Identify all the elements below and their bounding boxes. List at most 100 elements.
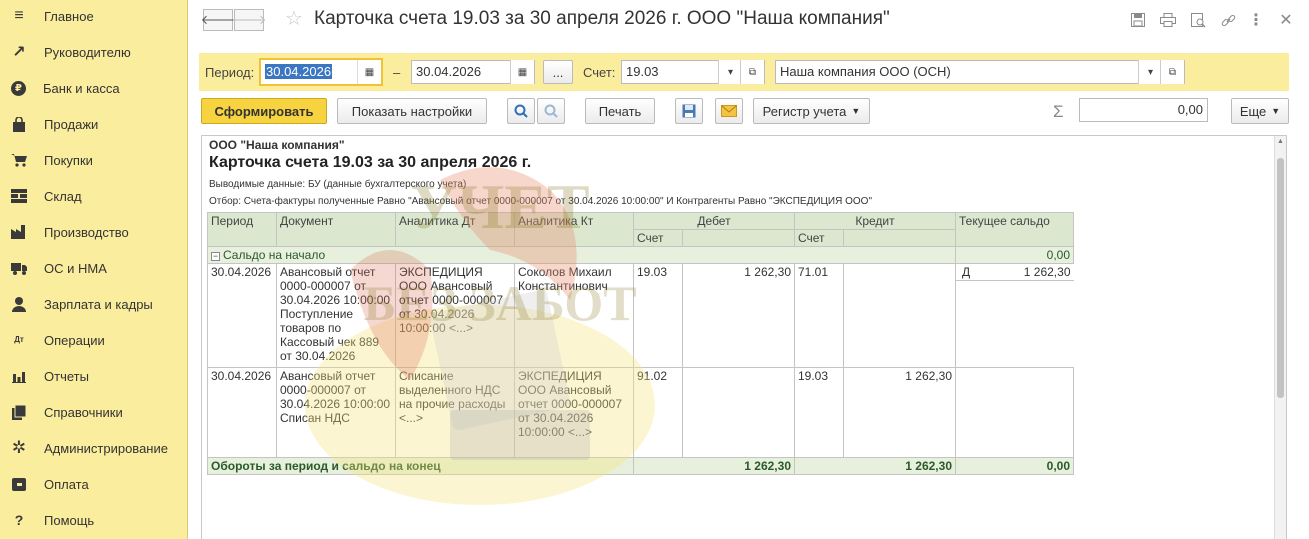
sidebar-item-production[interactable]: Производство: [0, 214, 188, 250]
open-icon[interactable]: ⧉: [740, 60, 764, 84]
scroll-thumb[interactable]: [1277, 158, 1284, 398]
organization-value: Наша компания ООО (ОСН): [780, 64, 951, 79]
cell-analytics-dt[interactable]: Списание выделенного НДС на прочие расхо…: [395, 367, 515, 458]
envelope-icon: [721, 105, 737, 117]
cell-kt-sum: [843, 263, 956, 368]
vertical-scrollbar[interactable]: ▲: [1274, 136, 1286, 539]
save-report-button[interactable]: [675, 98, 703, 124]
calendar-icon[interactable]: ▦: [510, 60, 534, 84]
header-debit: Дебет: [633, 212, 795, 230]
cell-analytics-kt[interactable]: ЭКСПЕДИЦИЯ ООО Авансовый отчет 0000-0000…: [514, 367, 634, 458]
cart-icon: [11, 152, 27, 168]
period-dash: –: [393, 65, 401, 80]
sidebar-item-label: Оплата: [44, 476, 89, 492]
sidebar-item-label: Банк и касса: [43, 80, 120, 96]
sidebar-item-director[interactable]: ↗ Руководителю: [0, 34, 188, 70]
sidebar-item-main[interactable]: ≡ Главное: [0, 0, 188, 34]
opening-value: 0,00: [955, 246, 1074, 264]
date-to-field[interactable]: 30.04.2026 ▦: [411, 60, 535, 84]
cell-analytics-dt[interactable]: ЭКСПЕДИЦИЯ ООО Авансовый отчет 0000-0000…: [395, 263, 515, 368]
show-settings-button[interactable]: Показать настройки: [337, 98, 487, 124]
ruble-icon: ₽: [11, 80, 26, 96]
page-title: Карточка счета 19.03 за 30 апреля 2026 г…: [314, 8, 890, 29]
cell-balance: [955, 367, 1074, 458]
register-label: Регистр учета: [762, 103, 847, 119]
menu-icon: ≡: [14, 7, 24, 24]
search-clear-button[interactable]: [537, 98, 565, 124]
link-icon[interactable]: [1219, 11, 1237, 29]
sidebar-item-label: Помощь: [44, 512, 95, 528]
cell-kt-sum: 1 262,30: [843, 367, 956, 458]
more-button[interactable]: Еще ▼: [1231, 98, 1289, 124]
calendar-icon[interactable]: ▦: [357, 60, 381, 84]
sidebar-item-purchases[interactable]: Покупки: [0, 142, 188, 178]
print-icon[interactable]: [1159, 11, 1177, 29]
floppy-icon: [682, 104, 696, 118]
chevron-down-icon[interactable]: ▾: [1138, 60, 1162, 84]
sidebar-item-label: Администрирование: [44, 440, 168, 456]
totals-credit: 1 262,30: [794, 457, 956, 475]
save-icon[interactable]: [1129, 11, 1147, 29]
collapse-icon[interactable]: −: [211, 252, 220, 261]
header-analytics-kt: Аналитика Кт: [514, 212, 634, 247]
organization-field[interactable]: Наша компания ООО (ОСН) ▾ ⧉: [775, 60, 1185, 84]
main-area: 🡐 🡒 ☆ Карточка счета 19.03 за 30 апреля …: [189, 0, 1309, 539]
toolbar: Сформировать Показать настройки Печать Р…: [189, 98, 1309, 128]
generate-label: Сформировать: [214, 103, 314, 119]
warehouse-icon: [11, 188, 27, 204]
print-button[interactable]: Печать: [585, 98, 655, 124]
books-icon: [11, 404, 27, 420]
factory-icon: [11, 224, 27, 240]
close-icon[interactable]: ✕: [1277, 11, 1295, 29]
sidebar-item-reports[interactable]: Отчеты: [0, 358, 188, 394]
sidebar-item-bank[interactable]: ₽ Банк и касса: [0, 70, 188, 106]
more-vertical-icon[interactable]: ⋮: [1247, 11, 1265, 29]
header-debit-account: Счет: [633, 229, 683, 247]
forward-button[interactable]: 🡒: [232, 9, 266, 31]
sidebar-item-fixed-assets[interactable]: ОС и НМА: [0, 250, 188, 286]
date-from-value: 30.04.2026: [265, 64, 333, 79]
search-icon: [514, 104, 528, 118]
account-label: Счет:: [583, 65, 616, 80]
period-select-button[interactable]: ...: [543, 60, 573, 84]
opening-balance-row[interactable]: − Сальдо на начало 0,00: [207, 246, 1074, 264]
account-field[interactable]: 19.03 ▾ ⧉: [621, 60, 765, 84]
sidebar-item-label: Главное: [44, 8, 94, 24]
date-to-value: 30.04.2026: [416, 64, 482, 79]
generate-button[interactable]: Сформировать: [201, 98, 327, 124]
cell-document[interactable]: Авансовый отчет 0000-000007 от 30.04.202…: [276, 263, 396, 368]
preview-icon[interactable]: [1189, 11, 1207, 29]
cell-analytics-kt[interactable]: Соколов Михаил Константинович: [514, 263, 634, 368]
chevron-down-icon[interactable]: ▾: [718, 60, 742, 84]
cell-dt-sum: 1 262,30: [682, 263, 795, 368]
search-button[interactable]: [507, 98, 535, 124]
trend-icon: ↗: [12, 44, 26, 61]
table-row[interactable]: 30.04.2026 Авансовый отчет 0000-000007 о…: [207, 263, 1074, 368]
cell-document[interactable]: Авансовый отчет 0000-000007 от 30.04.202…: [276, 367, 396, 458]
sidebar-item-help[interactable]: ? Помощь: [0, 502, 188, 538]
sidebar-item-warehouse[interactable]: Склад: [0, 178, 188, 214]
sidebar-item-admin[interactable]: ✲ Администрирование: [0, 430, 188, 466]
open-icon[interactable]: ⧉: [1160, 60, 1184, 84]
sidebar-item-payment[interactable]: Оплата: [0, 466, 188, 502]
table-header-row: Период Документ Аналитика Дт Аналитика К…: [207, 212, 1074, 247]
sidebar-item-payroll[interactable]: Зарплата и кадры: [0, 286, 188, 322]
back-button[interactable]: 🡐: [201, 9, 235, 31]
balance-side: Д: [962, 265, 971, 279]
sidebar-item-catalogs[interactable]: Справочники: [0, 394, 188, 430]
favorite-star-icon[interactable]: ☆: [285, 8, 303, 30]
send-email-button[interactable]: [715, 98, 743, 124]
header-period: Период: [207, 212, 277, 247]
register-dropdown-button[interactable]: Регистр учета ▼: [753, 98, 870, 124]
table-row[interactable]: 30.04.2026 Авансовый отчет 0000-000007 о…: [207, 367, 1074, 458]
header-credit-account: Счет: [794, 229, 844, 247]
sidebar-item-label: ОС и НМА: [44, 260, 107, 276]
date-from-field[interactable]: 30.04.2026 ▦: [259, 58, 383, 86]
sidebar-item-sales[interactable]: Продажи: [0, 106, 188, 142]
sidebar-item-operations[interactable]: Дт Операции: [0, 322, 188, 358]
totals-row[interactable]: Обороты за период и сальдо на конец 1 26…: [207, 457, 1074, 475]
scroll-up-icon[interactable]: ▲: [1277, 138, 1284, 145]
search-clear-icon: [544, 104, 558, 118]
sidebar: ≡ Главное ↗ Руководителю ₽ Банк и касса Про…: [0, 0, 188, 539]
report-area[interactable]: ООО "Наша компания" Карточка счета 19.03…: [201, 135, 1287, 539]
